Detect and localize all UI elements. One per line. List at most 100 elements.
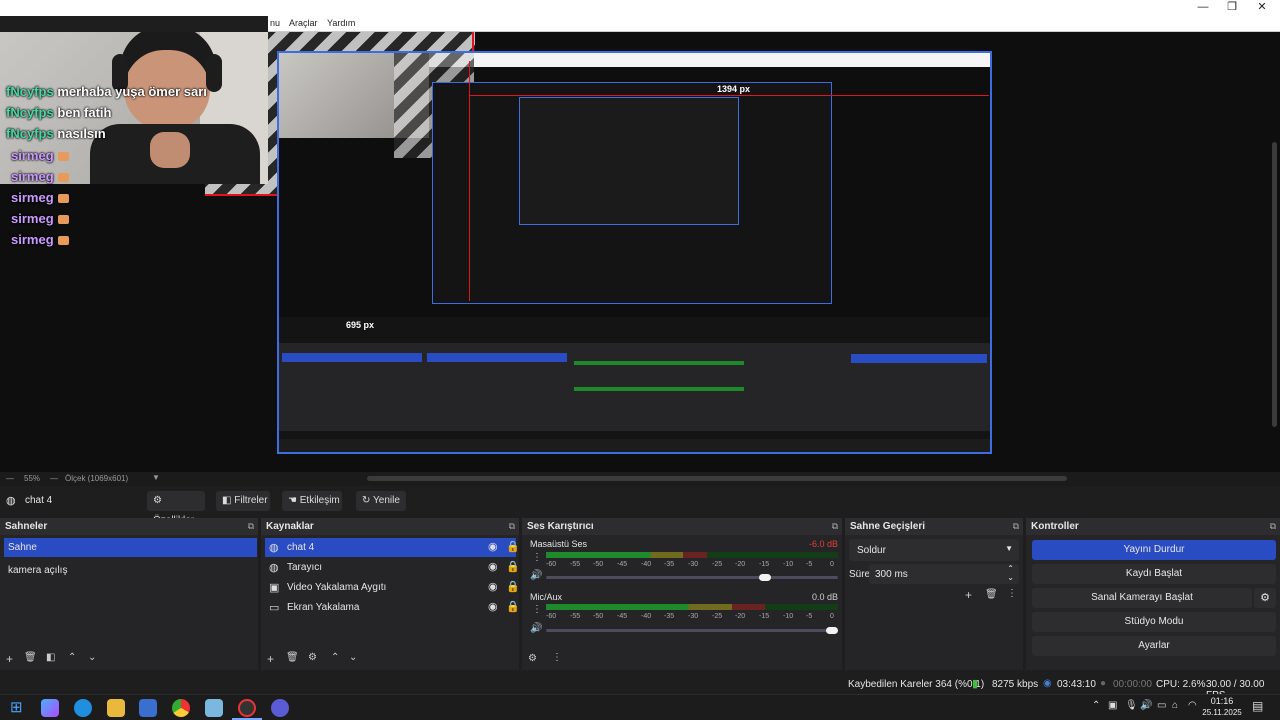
- transition-select[interactable]: Soldur ▼: [849, 539, 1019, 561]
- chevron-down-icon[interactable]: ⌄: [88, 652, 96, 663]
- eye-icon[interactable]: ◉: [488, 540, 498, 553]
- properties-button[interactable]: ⚙ Özellikler: [147, 491, 205, 526]
- folder-icon[interactable]: [107, 699, 125, 717]
- more-options-icon[interactable]: ⋮: [532, 604, 542, 615]
- undock-icon[interactable]: ⧉: [509, 521, 515, 532]
- eye-icon[interactable]: ◉: [488, 580, 498, 593]
- add-icon[interactable]: +: [6, 652, 13, 666]
- clock-date[interactable]: 25.11.2025: [1199, 708, 1245, 717]
- filter-icon[interactable]: ◧: [46, 652, 55, 663]
- tray-app-icon[interactable]: ▣: [1108, 700, 1117, 711]
- chevron-down-icon[interactable]: ▼: [152, 473, 160, 482]
- scale-mode[interactable]: Ölçek (1069x601): [65, 474, 128, 483]
- link-icon[interactable]: ⚙: [528, 653, 537, 664]
- clock-time[interactable]: 01:16: [1205, 696, 1239, 706]
- hand-icon: ☚: [288, 495, 297, 506]
- obs-icon[interactable]: [238, 699, 256, 717]
- volume-slider[interactable]: [546, 574, 838, 581]
- lock-icon[interactable]: 🔒: [506, 540, 520, 553]
- network-icon[interactable]: ⌂: [1172, 700, 1178, 711]
- globe-icon: ◍: [269, 562, 279, 574]
- add-icon[interactable]: +: [965, 588, 972, 602]
- restore-button[interactable]: ❐: [1217, 0, 1247, 16]
- volume-slider[interactable]: [546, 627, 838, 634]
- chevron-up-icon[interactable]: ⌃: [331, 652, 339, 663]
- chevron-up-icon[interactable]: ⌃: [1007, 564, 1014, 573]
- trash-icon[interactable]: 🗑: [286, 652, 299, 663]
- taskbar: ⊞ ⌃ ▣ 🎙 🔊 ▭ ⌂ ◠ 01:16 25.11.2025 ▤: [0, 694, 1280, 720]
- start-icon[interactable]: ⊞: [10, 698, 23, 716]
- lock-icon[interactable]: 🔒: [506, 600, 520, 613]
- studio-mode-button[interactable]: Stüdyo Modu: [1032, 612, 1276, 632]
- minimize-button[interactable]: —: [1188, 0, 1218, 16]
- speaker-icon[interactable]: 🔊: [530, 570, 542, 581]
- controls-title: Kontroller: [1026, 518, 1280, 535]
- chat-line: sirmeg: [11, 211, 69, 226]
- lock-icon[interactable]: 🔒: [506, 560, 520, 573]
- menu-item-tools-partial[interactable]: nu: [270, 18, 280, 28]
- chevron-up-icon[interactable]: ⌃: [68, 652, 76, 663]
- monitor-icon[interactable]: ▭: [1157, 700, 1166, 711]
- preview-vertical-scrollbar[interactable]: [1272, 142, 1277, 427]
- source-item[interactable]: ◍ chat 4 ◉ 🔒: [265, 538, 520, 557]
- tick-label: -45: [617, 613, 628, 620]
- duration-label: Süre: [849, 569, 871, 580]
- more-options-icon[interactable]: ⋮: [1007, 588, 1017, 599]
- discord-icon[interactable]: [271, 699, 289, 717]
- speaker-icon[interactable]: 🔊: [530, 623, 542, 634]
- duration-spinbox[interactable]: 300 ms ⌃ ⌄: [869, 564, 1019, 584]
- wifi-icon[interactable]: ◠: [1188, 700, 1197, 711]
- undock-icon[interactable]: ⧉: [248, 521, 254, 532]
- copilot-icon[interactable]: [41, 699, 59, 717]
- close-button[interactable]: ✕: [1247, 0, 1277, 16]
- more-options-icon[interactable]: ⋮: [532, 552, 542, 563]
- filters-button[interactable]: ◧ Filtreler: [216, 491, 270, 511]
- eye-icon[interactable]: ◉: [488, 600, 498, 613]
- settings-button[interactable]: Ayarlar: [1032, 636, 1276, 656]
- chat-line: sirmeg: [11, 232, 69, 247]
- undock-icon[interactable]: ⧉: [1270, 521, 1276, 532]
- menu-item-tools[interactable]: Araçlar: [289, 18, 318, 28]
- source-item[interactable]: ▭ Ekran Yakalama ◉ 🔒: [265, 598, 520, 617]
- scene-item[interactable]: kamera açılış: [4, 561, 257, 580]
- trash-icon[interactable]: 🗑: [985, 589, 998, 600]
- gear-icon[interactable]: ⚙: [308, 652, 317, 663]
- store-icon[interactable]: [139, 699, 157, 717]
- start-recording-button[interactable]: Kaydı Başlat: [1032, 564, 1276, 584]
- edge-icon[interactable]: [74, 699, 92, 717]
- volume-knob[interactable]: [826, 627, 838, 634]
- eye-icon[interactable]: ◉: [488, 560, 498, 573]
- chrome-icon[interactable]: [172, 699, 190, 717]
- volume-knob[interactable]: [759, 574, 771, 581]
- app-icon[interactable]: [205, 699, 223, 717]
- speaker-icon[interactable]: 🔊: [1140, 700, 1152, 711]
- more-options-icon[interactable]: ⋮: [552, 652, 562, 663]
- source-item[interactable]: ◍ Tarayıcı ◉ 🔒: [265, 558, 520, 577]
- chevron-down-icon[interactable]: ⌄: [349, 652, 357, 663]
- chevron-up-icon[interactable]: ⌃: [1092, 700, 1100, 711]
- source-item[interactable]: ▣ Video Yakalama Aygıtı ◉ 🔒: [265, 578, 520, 597]
- zoom-level[interactable]: 55%: [24, 474, 40, 483]
- tick-label: -20: [735, 561, 746, 568]
- start-virtual-camera-button[interactable]: Sanal Kamerayı Başlat: [1032, 588, 1252, 608]
- interact-button[interactable]: ☚ Etkileşim: [282, 491, 342, 511]
- scene-item[interactable]: Sahne: [4, 538, 257, 557]
- trash-icon[interactable]: 🗑: [24, 652, 37, 663]
- notification-icon[interactable]: ▤: [1252, 699, 1263, 713]
- tick-label: -10: [783, 561, 794, 568]
- microphone-icon[interactable]: 🎙: [1125, 700, 1138, 711]
- add-icon[interactable]: +: [267, 652, 274, 666]
- preview-horizontal-scrollbar[interactable]: [367, 476, 1067, 481]
- sources-dock: Kaynaklar ⧉ ◍ chat 4 ◉ 🔒 ◍ Tarayıcı ◉ 🔒 …: [261, 518, 520, 670]
- refresh-button[interactable]: ↻ Yenile: [356, 491, 406, 511]
- undock-icon[interactable]: ⧉: [1013, 521, 1019, 532]
- scenes-title: Sahneler: [0, 518, 258, 535]
- virtual-camera-settings[interactable]: ⚙: [1254, 588, 1276, 608]
- preview-canvas[interactable]: fNcyfps merhaba yuşa ömer sarı fNcyfps b…: [0, 32, 1280, 472]
- lock-icon[interactable]: 🔒: [506, 580, 520, 593]
- menu-item-help[interactable]: Yardım: [327, 18, 355, 28]
- chevron-down-icon[interactable]: ⌄: [1007, 573, 1014, 582]
- emote-icon: [57, 152, 69, 162]
- stop-streaming-button[interactable]: Yayını Durdur: [1032, 540, 1276, 560]
- undock-icon[interactable]: ⧉: [832, 521, 838, 532]
